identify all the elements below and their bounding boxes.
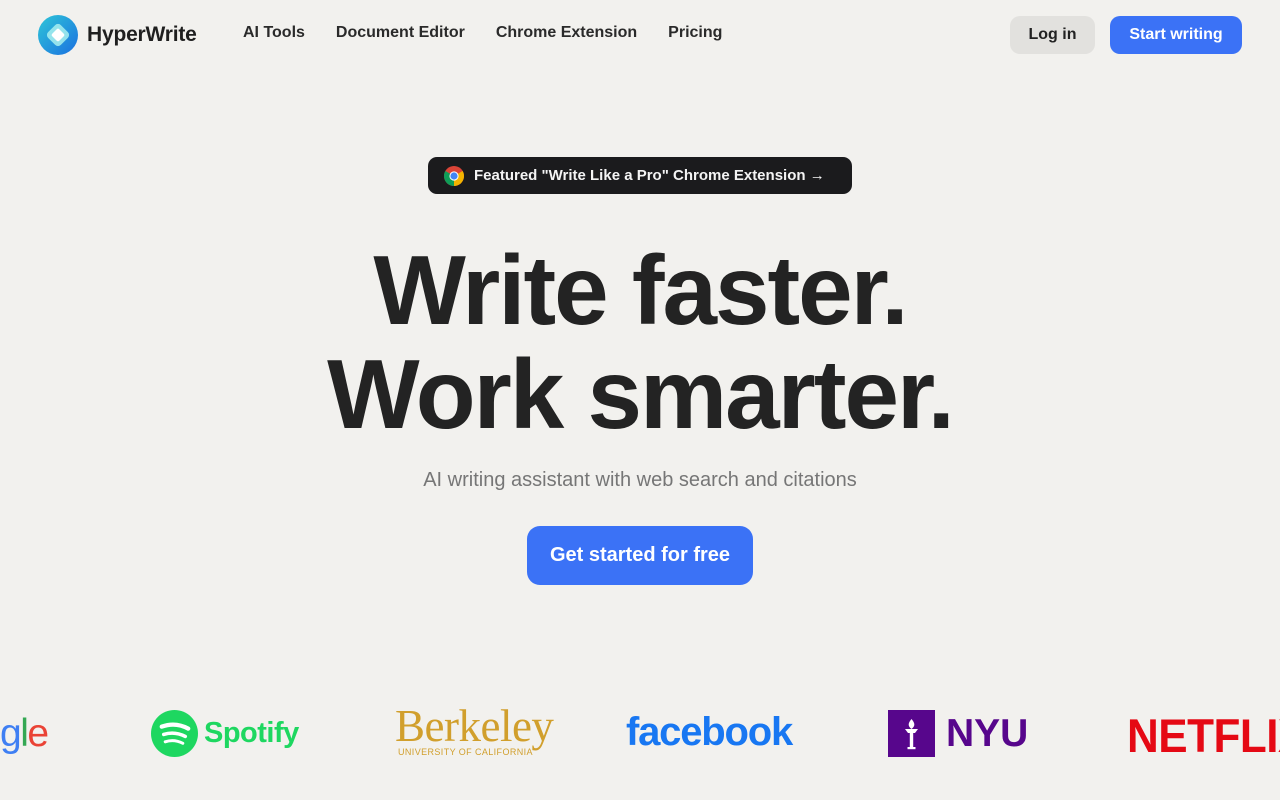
google-logo: gle	[0, 712, 49, 755]
spotify-wordmark: Spotify	[204, 717, 299, 749]
page: HyperWrite AI Tools Document Editor Chro…	[0, 0, 1280, 800]
hero-line-1: Write faster.	[373, 235, 908, 345]
chrome-icon	[444, 165, 464, 186]
nav-ai-tools[interactable]: AI Tools	[243, 24, 305, 42]
top-nav: HyperWrite AI Tools Document Editor Chro…	[0, 0, 1280, 68]
brand-link[interactable]: HyperWrite	[38, 15, 197, 55]
featured-extension-banner[interactable]: Featured "Write Like a Pro" Chrome Exten…	[428, 157, 852, 194]
brand-name: HyperWrite	[87, 23, 197, 46]
berkeley-subtitle: UNIVERSITY OF CALIFORNIA	[398, 747, 533, 757]
get-started-button[interactable]: Get started for free	[527, 526, 753, 585]
nav-document-editor[interactable]: Document Editor	[336, 24, 465, 42]
berkeley-wordmark: Berkeley	[395, 701, 554, 751]
nyu-wordmark: NYU	[946, 711, 1029, 755]
nav-chrome-extension[interactable]: Chrome Extension	[496, 24, 637, 42]
start-writing-button[interactable]: Start writing	[1110, 16, 1242, 54]
nav-pricing[interactable]: Pricing	[668, 24, 722, 42]
nyu-logo: NYU	[888, 710, 1028, 757]
hyperwrite-logo-icon	[38, 15, 78, 55]
hero-line-2: Work smarter.	[327, 339, 955, 449]
hero-subtitle: AI writing assistant with web search and…	[423, 469, 857, 491]
featured-banner-text: Featured "Write Like a Pro" Chrome Exten…	[474, 167, 825, 184]
spotify-logo: Spotify	[151, 710, 299, 757]
login-button[interactable]: Log in	[1010, 16, 1095, 54]
spotify-icon	[151, 710, 198, 757]
customer-logos: gle Spotify Berkeley UNIVERSITY OF CALIF…	[0, 700, 1280, 770]
nyu-torch-icon	[888, 710, 935, 757]
hero-headline: Write faster. Work smarter.	[0, 238, 1280, 446]
netflix-logo: NETFLIX	[1127, 710, 1280, 763]
nav-links: AI Tools Document Editor Chrome Extensio…	[243, 24, 722, 42]
berkeley-logo: Berkeley UNIVERSITY OF CALIFORNIA	[395, 701, 554, 758]
facebook-logo: facebook	[626, 710, 793, 754]
